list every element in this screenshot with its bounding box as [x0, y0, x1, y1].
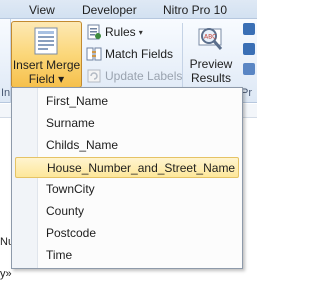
menu-item-county[interactable]: County	[15, 201, 239, 222]
menu-item-surname[interactable]: Surname	[15, 113, 239, 134]
menu-item-first-name[interactable]: First_Name	[15, 91, 239, 112]
update-labels-label: Update Labels	[105, 69, 183, 83]
match-fields-button[interactable]: Match Fields	[86, 45, 182, 63]
update-labels-icon	[87, 69, 101, 83]
find-recipient-icon[interactable]	[243, 63, 255, 75]
update-labels-button[interactable]: Update Labels	[86, 67, 182, 85]
previous-record-icon[interactable]	[243, 43, 255, 55]
match-fields-label: Match Fields	[105, 47, 174, 61]
menu-item-childs-name[interactable]: Childs_Name	[15, 135, 239, 156]
insert-merge-field-label-line1: Insert Merge	[12, 58, 81, 72]
rules-button[interactable]: Rules ▾	[86, 23, 182, 41]
first-record-icon[interactable]	[243, 23, 255, 35]
rules-icon	[87, 24, 101, 40]
preview-magnifier-icon: ABC	[198, 28, 223, 50]
rules-label: Rules	[105, 25, 136, 39]
tab-view[interactable]: View	[29, 2, 55, 18]
next-group-icons	[243, 23, 257, 93]
chevron-down-icon: ▾	[58, 72, 65, 86]
chevron-down-icon: ▾	[138, 27, 143, 37]
menu-item-time[interactable]: Time	[15, 245, 239, 266]
match-fields-icon	[86, 47, 102, 61]
menu-item-towncity[interactable]: TownCity	[15, 179, 239, 200]
merge-field-dropdown-menu: First_Name Surname Childs_Name House_Num…	[11, 87, 243, 269]
insert-merge-field-button[interactable]: Insert Merge Field ▾	[11, 21, 82, 88]
document-fields-icon	[34, 27, 58, 55]
preview-results-button[interactable]: ABC Preview Results	[186, 21, 236, 87]
menu-item-house-number-and-street-name[interactable]: House_Number_and_Street_Name	[15, 157, 239, 178]
tab-developer[interactable]: Developer	[82, 2, 137, 18]
group-label-fragment: In	[1, 87, 11, 99]
ribbon-tab-strip: View Developer Nitro Pro 10	[0, 0, 257, 19]
svg-text:ABC: ABC	[204, 34, 216, 41]
tab-nitro-pro[interactable]: Nitro Pro 10	[163, 2, 227, 18]
preview-results-label-line2: Results	[190, 71, 231, 85]
document-text-fragment: y»	[0, 268, 12, 280]
menu-item-postcode[interactable]: Postcode	[15, 223, 239, 244]
preview-results-label-line1: Preview	[189, 57, 233, 71]
insert-merge-field-label-line2: Field ▾	[28, 72, 65, 86]
